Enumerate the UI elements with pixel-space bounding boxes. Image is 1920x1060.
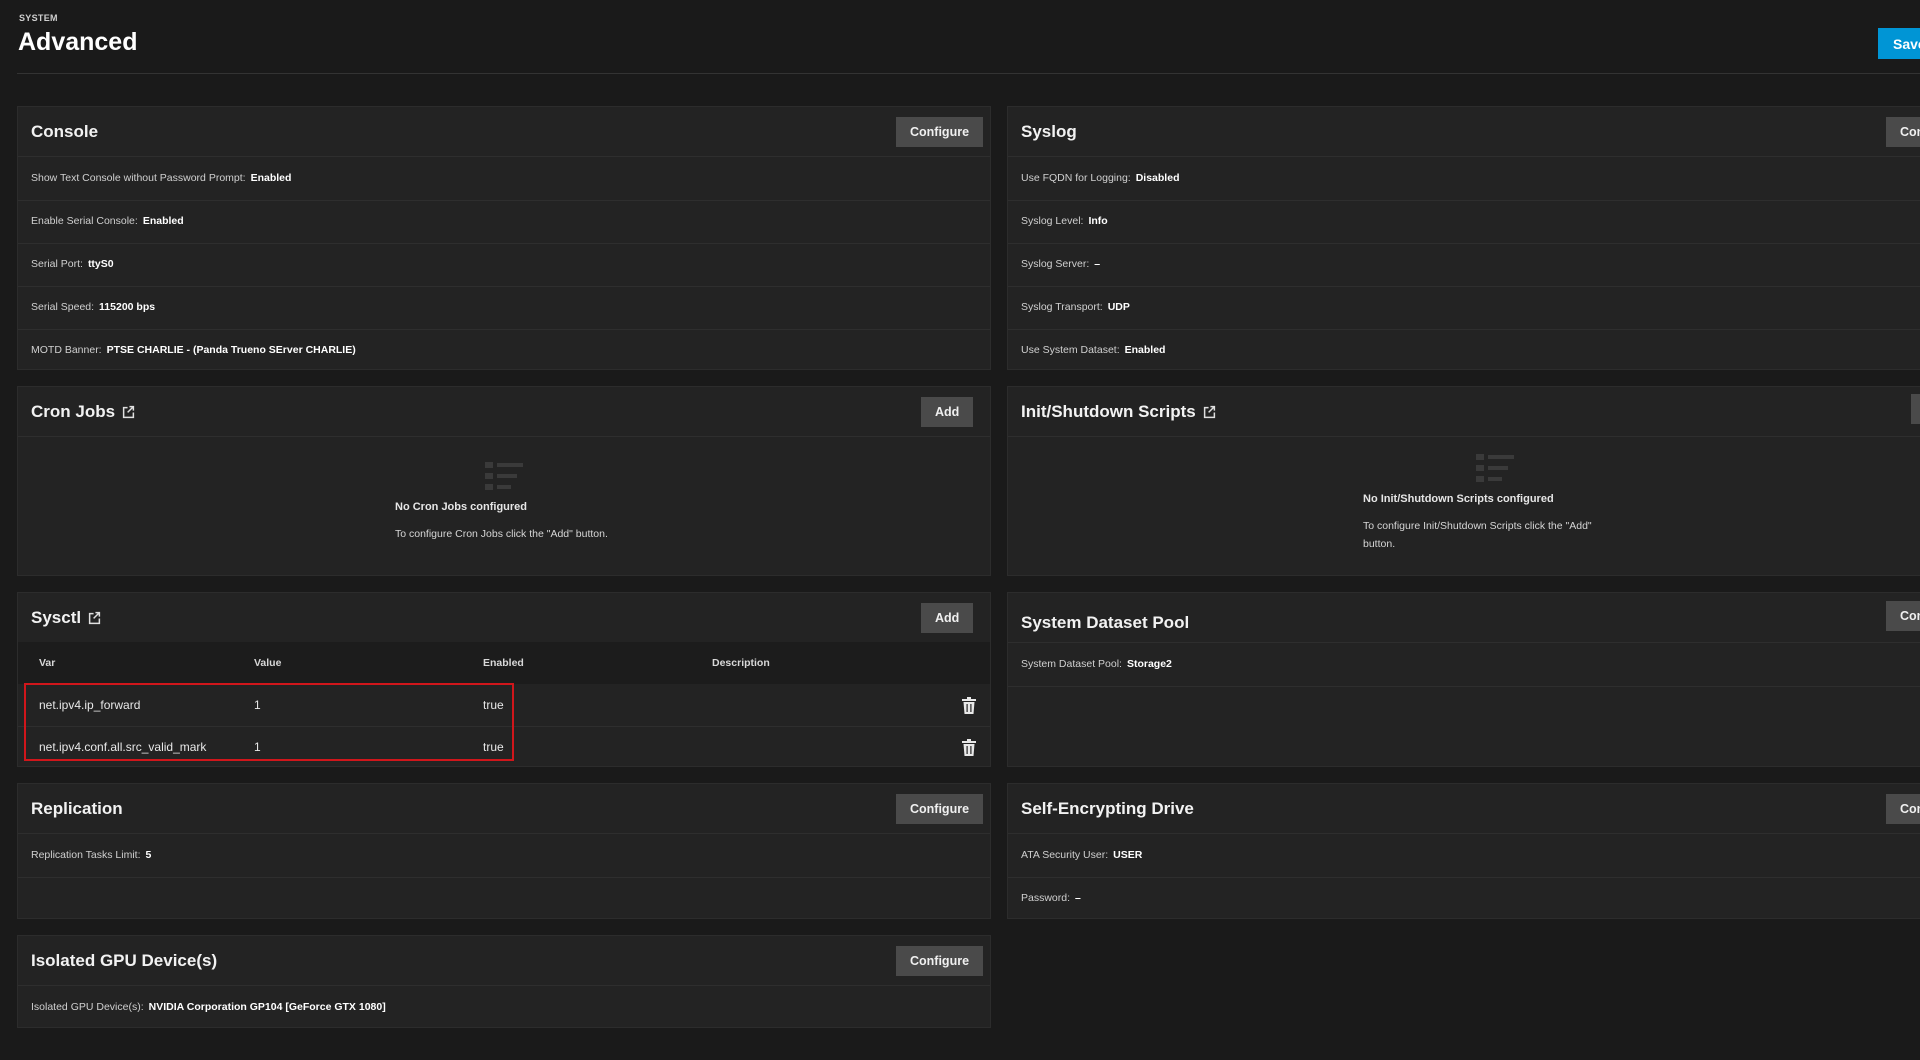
page-header: SYSTEM Advanced Save (0, 0, 1920, 74)
sed-row: ATA Security User: USER (1008, 834, 1920, 878)
open-in-new-icon[interactable] (121, 404, 136, 419)
page-title: Advanced (18, 28, 138, 56)
self-encrypting-drive-card: Self-Encrypting Drive Con ATA Security U… (1007, 783, 1920, 919)
console-row: Serial Speed: 115200 bps (18, 286, 990, 330)
init-add-button[interactable] (1911, 394, 1920, 424)
sed-row: Password: – (1021, 892, 1081, 904)
list-placeholder-icon (485, 462, 523, 490)
syslog-configure-button[interactable]: Con (1886, 117, 1920, 147)
card-title: Isolated GPU Device(s) (31, 951, 218, 970)
syslog-row: Use System Dataset: Enabled (1021, 344, 1166, 356)
card-title: Syslog (1021, 122, 1077, 141)
empty-state-description: To configure Cron Jobs click the "Add" b… (395, 528, 608, 540)
console-card: Console Configure Show Text Console with… (17, 106, 991, 370)
syslog-card: Syslog Con Use FQDN for Logging:Disabled… (1007, 106, 1920, 370)
cron-jobs-card: Cron Jobs Add No Cron Jobs configured To… (17, 386, 991, 576)
console-row: Enable Serial Console: Enabled (18, 200, 990, 244)
gpu-row: Isolated GPU Device(s): NVIDIA Corporatio… (31, 1001, 386, 1013)
card-title: System Dataset Pool (1021, 613, 1190, 632)
console-row: Serial Port: ttyS0 (18, 243, 990, 287)
list-placeholder-icon (1476, 454, 1514, 482)
empty-state: No Init/Shutdown Scripts configured To c… (1363, 493, 1592, 553)
column-header-description[interactable]: Description (712, 642, 770, 684)
console-row: MOTD Banner: PTSE CHARLIE - (Panda Trueno… (31, 344, 356, 356)
highlight-box (24, 683, 514, 761)
empty-state-title: No Init/Shutdown Scripts configured (1363, 493, 1554, 505)
system-dataset-pool-card: System Dataset Pool Con System Dataset P… (1007, 592, 1920, 767)
card-title: Init/Shutdown Scripts (1021, 387, 1217, 436)
card-title: Self-Encrypting Drive (1021, 799, 1194, 818)
trash-icon[interactable] (962, 739, 976, 756)
save-button[interactable]: Save (1878, 28, 1920, 59)
syslog-row: Syslog Level: Info (1008, 200, 1920, 244)
dataset-row: System Dataset Pool: Storage2 (1008, 643, 1920, 687)
replication-configure-button[interactable]: Configure (896, 794, 984, 824)
column-header-value[interactable]: Value (254, 642, 281, 684)
breadcrumb: SYSTEM (19, 13, 58, 23)
card-title: Sysctl (31, 593, 102, 642)
open-in-new-icon[interactable] (87, 610, 102, 625)
console-configure-button[interactable]: Configure (896, 117, 984, 147)
card-title: Replication (31, 799, 123, 818)
syslog-row: Syslog Server: – (1008, 243, 1920, 287)
replication-card: Replication Configure Replication Tasks … (17, 783, 991, 919)
isolated-gpu-card: Isolated GPU Device(s) Configure Isolate… (17, 935, 991, 1028)
open-in-new-icon[interactable] (1202, 404, 1217, 419)
console-row: Show Text Console without Password Promp… (18, 157, 990, 201)
replication-row: Replication Tasks Limit: 5 (18, 834, 990, 878)
column-header-var[interactable]: Var (39, 642, 55, 684)
empty-state: No Cron Jobs configured To configure Cro… (395, 501, 608, 543)
empty-state-description: To configure Init/Shutdown Scripts click… (1363, 520, 1592, 550)
trash-icon[interactable] (962, 697, 976, 714)
init-shutdown-card: Init/Shutdown Scripts No Init/Shutdown S… (1007, 386, 1920, 576)
syslog-row: Syslog Transport: UDP (1008, 286, 1920, 330)
syslog-row: Use FQDN for Logging: Disabled (1008, 157, 1920, 201)
gpu-configure-button[interactable]: Configure (896, 946, 984, 976)
card-title: Cron Jobs (31, 387, 136, 436)
empty-state-title: No Cron Jobs configured (395, 501, 527, 513)
table-header: Var Value Enabled Description (18, 642, 990, 684)
sysctl-add-button[interactable]: Add (921, 603, 974, 633)
sed-configure-button[interactable]: Con (1886, 794, 1920, 824)
card-title: Console (31, 122, 99, 141)
column-header-enabled[interactable]: Enabled (483, 642, 524, 684)
dataset-configure-button[interactable]: Con (1886, 601, 1920, 631)
cron-add-button[interactable]: Add (921, 397, 974, 427)
header-divider (17, 73, 1920, 74)
